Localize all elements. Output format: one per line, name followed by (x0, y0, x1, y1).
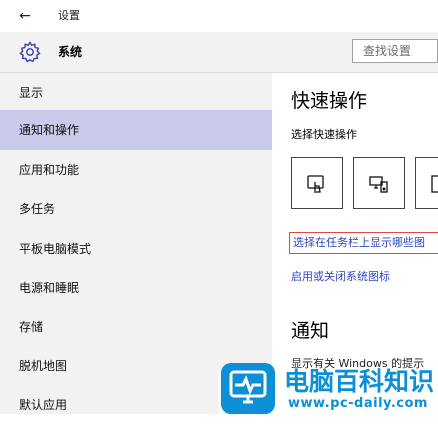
back-arrow-icon[interactable]: ← (14, 6, 36, 26)
sidebar-item-display[interactable]: 显示 (0, 73, 272, 113)
quick-actions-subtitle: 选择快速操作 (291, 128, 357, 141)
window-title: 设置 (58, 9, 80, 22)
sidebar-item-storage[interactable]: 存储 (0, 307, 272, 347)
sidebar-item-power-sleep[interactable]: 电源和睡眠 (0, 268, 272, 308)
sidebar-item-apps[interactable]: 应用和功能 (0, 150, 272, 190)
quick-action-tile-1[interactable] (291, 157, 343, 209)
monitor-logo-icon (221, 363, 275, 414)
main-content: 快速操作 选择快速操作 选择在任务栏上显示哪些图 启用或关闭系统图标 通知 显示… (272, 73, 438, 414)
watermark-title: 电脑百科知识 (284, 367, 435, 396)
sidebar-item-multitasking[interactable]: 多任务 (0, 189, 272, 229)
sidebar-item-notifications[interactable]: 通知和操作 (0, 110, 272, 150)
gear-icon (19, 41, 41, 63)
connect-display-icon (369, 176, 388, 193)
title-bar: ← 设置 (0, 0, 438, 32)
quick-action-tile-2[interactable] (353, 157, 405, 209)
search-input[interactable]: 查找设置 (352, 39, 438, 63)
system-icons-link[interactable]: 启用或关闭系统图标 (291, 269, 390, 285)
quick-actions-heading: 快速操作 (291, 90, 368, 112)
quick-action-tile-3[interactable] (415, 157, 438, 209)
tile-icon (431, 175, 438, 193)
settings-header: 系统 查找设置 (0, 32, 438, 73)
taskbar-icons-link[interactable]: 选择在任务栏上显示哪些图 (289, 232, 438, 254)
watermark-url: www.pc-daily.com (288, 396, 428, 411)
notifications-heading: 通知 (291, 320, 330, 342)
page-title: 系统 (58, 45, 83, 59)
sidebar-item-tablet-mode[interactable]: 平板电脑模式 (0, 229, 272, 269)
touch-icon (307, 175, 324, 193)
